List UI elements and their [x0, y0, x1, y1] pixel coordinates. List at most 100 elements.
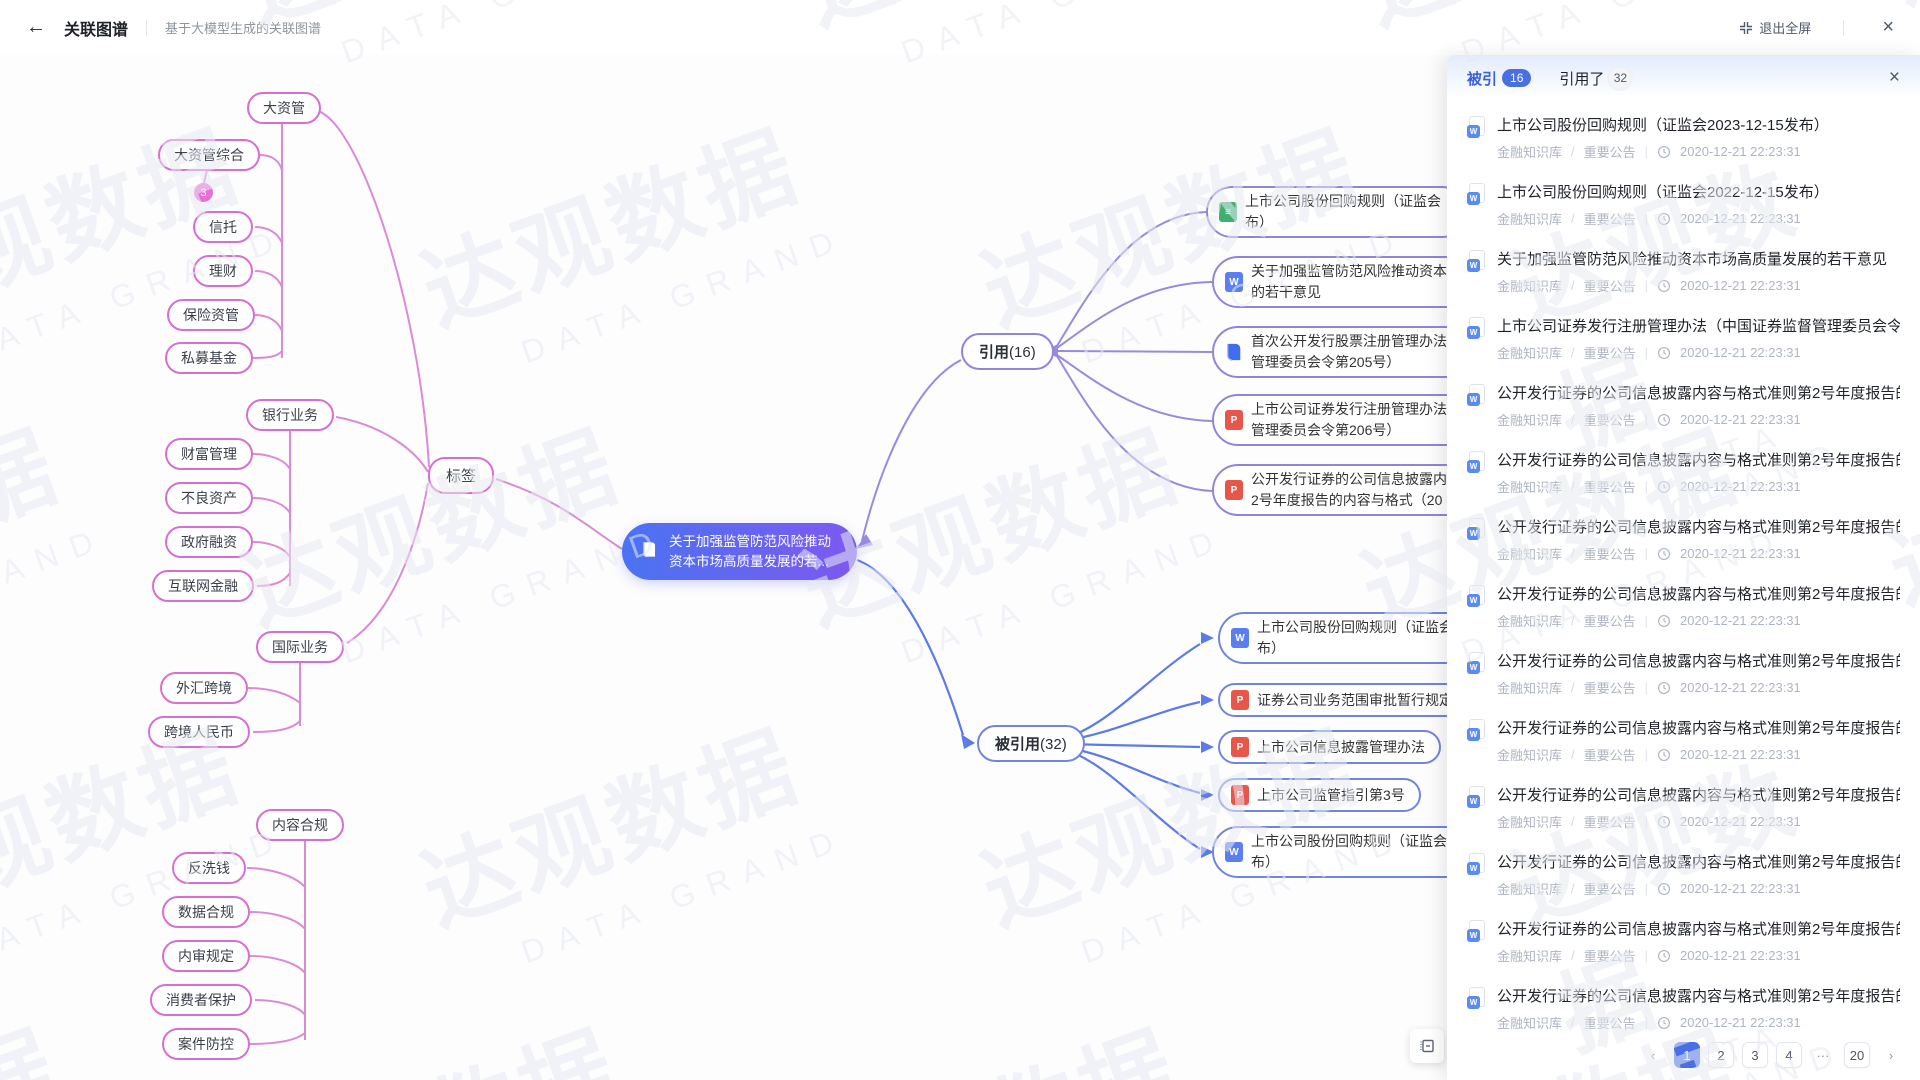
tag-node[interactable]: 跨境人民币 — [148, 716, 250, 748]
citing-doc-node[interactable]: 证券公司业务范围审批暂行规定 — [1218, 683, 1480, 717]
relations-panel: 被引 16 引用了 32 × W 上市公司股份回购规则（证监会2023-12-1… — [1447, 55, 1920, 1080]
document-list-item[interactable]: W 公开发行证券的公司信息披露内容与格式准则第2号年度报告的内... 金融知识库… — [1447, 708, 1920, 775]
tag-node[interactable]: 理财 — [193, 255, 253, 287]
tab-cited-by[interactable]: 被引 16 — [1467, 68, 1531, 89]
pdf-doc-icon — [1225, 480, 1243, 500]
meta-separator: / — [1571, 814, 1575, 829]
document-list-item[interactable]: W 公开发行证券的公司信息披露内容与格式准则第2号年度报告的内... 金融知识库… — [1447, 440, 1920, 507]
page-button-2[interactable]: 2 — [1708, 1042, 1734, 1068]
tag-node[interactable]: 数据合规 — [162, 896, 250, 928]
cited-doc-node[interactable]: 公开发行证券的公司信息披露内2号年度报告的内容与格式（20 — [1212, 464, 1474, 516]
document-list-item[interactable]: W 关于加强监管防范风险推动资本市场高质量发展的若干意见 金融知识库 / 重要公… — [1447, 239, 1920, 306]
tag-node[interactable]: 反洗钱 — [172, 852, 246, 884]
page-button-3[interactable]: 3 — [1742, 1042, 1768, 1068]
document-list-item[interactable]: W 公开发行证券的公司信息披露内容与格式准则第2号年度报告的内... 金融知识库… — [1447, 976, 1920, 1043]
tag-node-guo-ji[interactable]: 国际业务 — [256, 631, 344, 663]
panel-close-icon[interactable]: × — [1889, 67, 1900, 89]
tag-node[interactable]: 私募基金 — [165, 342, 253, 374]
word-doc-icon: W — [1467, 384, 1487, 406]
minimap-toggle-button[interactable] — [1410, 1029, 1444, 1063]
document-list-item[interactable]: W 公开发行证券的公司信息披露内容与格式准则第2号年度报告的内... 金融知识库… — [1447, 775, 1920, 842]
page-ellipsis[interactable]: ··· — [1810, 1042, 1836, 1068]
timestamp: 2020-12-21 22:23:31 — [1680, 1015, 1801, 1030]
tag-node[interactable]: 信托 — [193, 211, 253, 243]
tab-cites[interactable]: 引用了 32 — [1559, 67, 1631, 89]
tag-node[interactable]: 不良资产 — [165, 482, 253, 514]
cites-hub-node[interactable]: 引用(16) — [961, 333, 1054, 370]
doc-title-line: 上市公司信息披露管理办法 — [1257, 737, 1425, 758]
tag-node[interactable]: 政府融资 — [165, 526, 253, 558]
meta-separator: / — [1571, 278, 1575, 293]
page-button-4[interactable]: 4 — [1776, 1042, 1802, 1068]
cites-hub-count: (16) — [1009, 344, 1036, 361]
document-title: 公开发行证券的公司信息披露内容与格式准则第2号年度报告的内... — [1497, 785, 1900, 806]
book-icon — [640, 540, 659, 564]
tag-node-nei-rong[interactable]: 内容合规 — [256, 809, 344, 841]
document-list-item[interactable]: W 公开发行证券的公司信息披露内容与格式准则第2号年度报告的内... 金融知识库… — [1447, 641, 1920, 708]
timestamp: 2020-12-21 22:23:31 — [1680, 345, 1801, 360]
prev-page-button[interactable]: ‹ — [1640, 1042, 1666, 1068]
close-icon[interactable]: × — [1882, 16, 1894, 39]
document-title: 公开发行证券的公司信息披露内容与格式准则第2号年度报告的内... — [1497, 852, 1900, 873]
tag-label: 重要公告 — [1584, 343, 1636, 362]
citing-doc-node[interactable]: 上市公司股份回购规则（证监会布） — [1218, 612, 1480, 664]
cited-doc-node[interactable]: 关于加强监管防范风险推动资本的若干意见 — [1212, 256, 1474, 308]
tag-hub-node[interactable]: 标签 — [428, 457, 494, 494]
tag-node[interactable]: 消费者保护 — [150, 984, 252, 1016]
doc-title-line: 上市公司证券发行注册管理办法 — [1251, 399, 1447, 420]
tag-node[interactable]: 互联网金融 — [152, 570, 254, 602]
next-page-button[interactable]: › — [1878, 1042, 1904, 1068]
tab-count-badge: 32 — [1609, 67, 1631, 89]
exit-fullscreen-icon — [1739, 21, 1753, 35]
page-button-20[interactable]: 20 — [1844, 1042, 1870, 1068]
citing-doc-node[interactable]: 上市公司监管指引第3号 — [1218, 778, 1421, 812]
document-list-item[interactable]: W 上市公司股份回购规则（证监会2023-12-15发布） 金融知识库 / 重要… — [1447, 105, 1920, 172]
cited-doc-node[interactable]: 首次公开发行股票注册管理办法管理委员会令第205号） — [1212, 326, 1474, 378]
page-button-1[interactable]: 1 — [1674, 1042, 1700, 1068]
tag-node[interactable]: 大资管综合 — [158, 139, 260, 171]
document-list-item[interactable]: W 上市公司股份回购规则（证监会2022-12-15发布） 金融知识库 / 重要… — [1447, 172, 1920, 239]
book-doc-icon — [1225, 342, 1243, 362]
tag-node[interactable]: 保险资管 — [167, 299, 255, 331]
exit-fullscreen-button[interactable]: 退出全屏 — [1739, 18, 1811, 37]
meta-separator: | — [1645, 144, 1648, 159]
citing-doc-node[interactable]: 上市公司股份回购规则（证监会布） — [1212, 826, 1474, 878]
clock-icon — [1657, 815, 1671, 829]
tag-node-da-zi-guan[interactable]: 大资管 — [247, 92, 321, 124]
cited-doc-node[interactable]: 上市公司股份回购规则（证监会布） — [1206, 186, 1468, 238]
pagination: ‹ 1 2 3 4 ··· 20 › — [1640, 1042, 1904, 1068]
citedby-hub-node[interactable]: 被引用(32) — [977, 725, 1085, 762]
tag-label: 重要公告 — [1584, 142, 1636, 161]
divider — [1843, 20, 1844, 36]
panel-header: 被引 16 引用了 32 × — [1447, 55, 1920, 101]
meta-separator: / — [1571, 412, 1575, 427]
document-list-item[interactable]: W 公开发行证券的公司信息披露内容与格式准则第2号年度报告的内... 金融知识库… — [1447, 507, 1920, 574]
cited-doc-node[interactable]: 上市公司证券发行注册管理办法管理委员会令第206号） — [1212, 394, 1474, 446]
document-list-item[interactable]: W 公开发行证券的公司信息披露内容与格式准则第2号年度报告的内... 金融知识库… — [1447, 842, 1920, 909]
meta-separator: | — [1645, 278, 1648, 293]
document-list-item[interactable]: W 上市公司证券发行注册管理办法（中国证券监督管理委员会令第2... 金融知识库… — [1447, 306, 1920, 373]
meta-separator: | — [1645, 881, 1648, 896]
meta-separator: | — [1645, 345, 1648, 360]
document-list-item[interactable]: W 公开发行证券的公司信息披露内容与格式准则第2号年度报告的内... 金融知识库… — [1447, 909, 1920, 976]
word-doc-icon: W — [1467, 853, 1487, 875]
document-list-item[interactable]: W 公开发行证券的公司信息披露内容与格式准则第2号年度报告的内... 金融知识库… — [1447, 574, 1920, 641]
document-list-item[interactable]: W 公开发行证券的公司信息披露内容与格式准则第2号年度报告的内... 金融知识库… — [1447, 373, 1920, 440]
exit-fullscreen-label: 退出全屏 — [1759, 18, 1811, 37]
tag-node-yin-hang[interactable]: 银行业务 — [246, 399, 334, 431]
tag-node[interactable]: 案件防控 — [162, 1028, 250, 1060]
tag-node[interactable]: 内审规定 — [162, 940, 250, 972]
back-icon[interactable]: ← — [26, 16, 46, 39]
knowledge-base-label: 金融知识库 — [1497, 812, 1562, 831]
count-badge[interactable]: 3 — [194, 183, 213, 202]
clock-icon — [1657, 279, 1671, 293]
center-document-node[interactable]: 关于加强监管防范风险推动 资本市场高质量发展的若... — [622, 523, 857, 580]
meta-separator: | — [1645, 412, 1648, 427]
clock-icon — [1657, 346, 1671, 360]
word-doc-icon: W — [1467, 786, 1487, 808]
citing-doc-node[interactable]: 上市公司信息披露管理办法 — [1218, 730, 1441, 764]
tag-node[interactable]: 财富管理 — [165, 438, 253, 470]
tag-node[interactable]: 外汇跨境 — [160, 672, 248, 704]
citedby-hub-label: 被引用 — [995, 736, 1040, 753]
knowledge-base-label: 金融知识库 — [1497, 611, 1562, 630]
